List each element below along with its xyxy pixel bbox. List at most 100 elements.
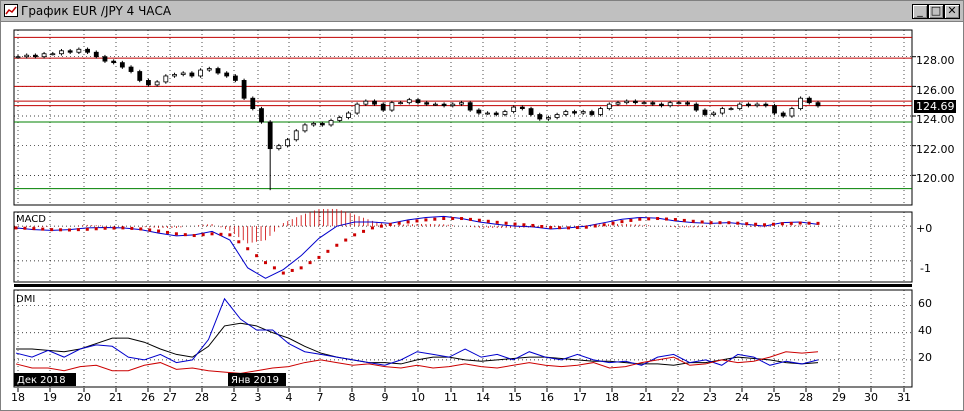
signal-dot [148,228,152,232]
signal-dot [682,218,686,222]
signal-dot [317,255,321,259]
candle-body [389,102,395,111]
price-label: 126.00 [916,84,955,97]
signal-dot [424,218,428,222]
signal-dot [50,228,54,232]
candle-body [50,53,56,56]
macd-scale-label: +0 [916,222,932,235]
signal-dot [379,224,383,228]
signal-dot [165,230,169,234]
candle-body [450,103,456,107]
signal-dot [272,266,276,270]
signal-dot [780,222,784,226]
price-label: 124.00 [916,113,955,126]
time-tick-label: 3 [255,391,262,404]
candle-body [32,54,38,58]
candle-body [580,111,586,114]
candle-body [737,103,743,110]
signal-dot [41,227,45,231]
dmi-scale-label: 60 [918,297,932,310]
signal-dot [798,221,802,225]
signal-dot [691,219,695,223]
signal-dot [174,232,178,236]
signal-dot [255,254,259,258]
signal-dot [700,220,704,224]
candle-body [189,72,195,77]
signal-dot [718,221,722,225]
time-tick-label: 21 [639,391,653,404]
candle-body [398,102,404,105]
candle-body [780,112,786,117]
candle-body [128,66,134,72]
candle-body [259,108,264,123]
time-tick-label: 18 [11,391,25,404]
time-tick-label: 2 [231,391,238,404]
signal-dot [139,227,143,231]
signal-dot [388,222,392,226]
candle-body [754,103,760,107]
signal-dot [558,226,562,230]
macd-title: MACD [16,214,46,225]
time-tick-label: 31 [897,391,911,404]
signal-dot [23,226,27,230]
signal-dot [67,228,71,232]
candle-body [441,103,447,107]
chart-canvas[interactable]: 128.00 126.00 124.00 122.00 120.00 124.6… [0,0,964,411]
candle-body [606,103,612,110]
candle-body [250,97,256,110]
candle-body [572,111,577,114]
signal-dot [673,218,677,222]
signal-dot [130,226,134,230]
signal-dot [290,268,294,272]
candle-body [693,103,699,111]
candle-body [798,97,804,110]
time-tick-label: 26 [141,391,155,404]
candle-body [163,75,169,83]
candle-body [319,123,325,126]
price-label: 120.00 [916,172,955,185]
candle-body [102,56,108,62]
candle-body [624,100,630,104]
time-tick-label: 7 [317,391,324,404]
candle-body [667,102,673,107]
candle-body [772,105,777,114]
signal-dot [736,221,740,225]
signal-dot [183,233,187,237]
signal-dot [201,233,205,237]
time-tick-label: 9 [382,391,389,404]
signal-dot [406,220,410,224]
signal-dot [157,229,161,233]
candle-body [302,124,308,132]
candle-body [67,50,73,53]
signal-dot [237,240,241,244]
panel-separator[interactable] [14,284,912,287]
time-tick-label: 27 [163,391,177,404]
candle-body [789,108,795,117]
candle-body [111,60,117,64]
dmi-panel[interactable] [13,289,913,388]
macd-panel[interactable] [13,211,913,283]
signal-dot [433,217,437,221]
candle-body [224,72,230,77]
signal-dot [14,226,18,230]
candle-body [641,102,647,105]
candle-body [24,54,30,58]
candle-body [206,68,212,71]
candle-body [719,108,725,114]
candle-body [328,120,334,126]
dmi-scale-label: 20 [918,351,932,364]
candle-body [59,50,64,55]
candle-body [311,123,317,126]
candle-body [154,81,160,86]
time-axis: 18 19 20 21 26 27 28 2 3 4 7 8 9 10 11 14 15 16 17 18 21 22 23… [11,388,911,404]
candle-body [537,114,543,120]
candle-body [589,111,595,115]
candle-body [502,111,508,115]
candle-body [76,48,82,53]
signal-dot [620,220,624,224]
time-tick-label: 10 [411,391,425,404]
time-tick-label: 14 [476,391,490,404]
time-tick-label: 22 [671,391,685,404]
signal-dot [593,224,597,228]
price-panel[interactable] [13,29,913,206]
